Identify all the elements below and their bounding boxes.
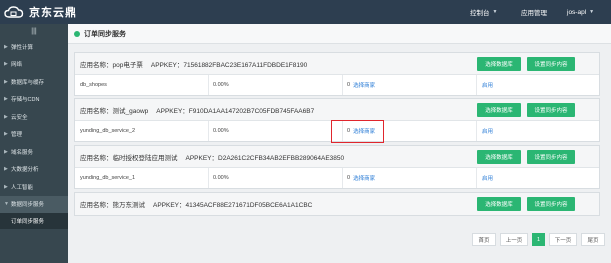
app-key: APPKEY：F910DA1AA147202B7C05FDB745FAA6B7 bbox=[156, 107, 315, 115]
sidebar-item-ai[interactable]: ▶ 人工智能 bbox=[0, 178, 68, 196]
chevron-down-icon: ▼ bbox=[492, 9, 498, 15]
sidebar-item-label: 存储与CDN bbox=[11, 97, 40, 104]
sidebar-toggle[interactable]: ||| bbox=[0, 24, 68, 38]
sidebar-item-label: 大数据分析 bbox=[11, 167, 39, 174]
app-management-label: 应用管理 bbox=[521, 10, 547, 17]
brand-name: 京东云鼎 bbox=[29, 7, 77, 19]
app-card-header: 应用名称：pop电子票 APPKEY：71561882FBAC23E167A11… bbox=[75, 53, 599, 75]
db-name: yunding_db_service_1 bbox=[75, 168, 209, 188]
sidebar: ||| ▶ 弹性计算 ▶ 网络 ▶ 数据库与缓存 ▶ 存储与CDN ▶ 云安全 ▶ 管理 ▶… bbox=[0, 24, 68, 263]
sidebar-item-label: 域名服务 bbox=[11, 149, 34, 156]
enable-link[interactable]: 启用 bbox=[482, 174, 493, 182]
table-row: yunding_db_service_1 0.00% 0 选择商家 启用 bbox=[75, 168, 599, 188]
pagination-last-button[interactable]: 尾页 bbox=[581, 233, 605, 246]
sidebar-item-bigdata[interactable]: ▶ 大数据分析 bbox=[0, 161, 68, 179]
set-sync-content-button[interactable]: 设置同步内容 bbox=[527, 57, 575, 71]
chevron-down-icon: ▼ bbox=[589, 9, 595, 15]
enable-link[interactable]: 启用 bbox=[482, 127, 493, 135]
select-database-button[interactable]: 选择数据库 bbox=[477, 197, 521, 211]
app-card-header: 应用名称：熊万东测试 APPKEY：41345ACF88E271671DF05B… bbox=[75, 193, 599, 215]
sidebar-item-data-sync[interactable]: ▼ 数据同步服务 bbox=[0, 195, 68, 213]
brand-logo[interactable]: 京东云鼎 bbox=[4, 4, 77, 20]
sidebar-item-security[interactable]: ▶ 云安全 bbox=[0, 108, 68, 126]
shop-count: 0 bbox=[347, 82, 351, 88]
chevron-right-icon: ▶ bbox=[4, 61, 8, 68]
chevron-right-icon: ▶ bbox=[4, 113, 8, 120]
app-name: 应用名称：熊万东测试 bbox=[80, 202, 145, 209]
action-cell: 启用 bbox=[477, 75, 601, 95]
sidebar-item-management[interactable]: ▶ 管理 bbox=[0, 126, 68, 144]
db-name: db_shopes bbox=[75, 75, 209, 95]
sidebar-item-label: 人工智能 bbox=[11, 184, 34, 191]
shop-count-cell: 0 选择商家 bbox=[343, 75, 477, 95]
chevron-right-icon: ▶ bbox=[4, 43, 8, 50]
app-card: 应用名称：熊万东测试 APPKEY：41345ACF88E271671DF05B… bbox=[74, 192, 600, 216]
page-header: 订单同步服务 bbox=[68, 24, 611, 44]
enable-link[interactable]: 启用 bbox=[482, 81, 493, 89]
chevron-right-icon: ▶ bbox=[4, 131, 8, 138]
select-database-button[interactable]: 选择数据库 bbox=[477, 103, 521, 117]
shop-count: 0 bbox=[347, 175, 351, 181]
sidebar-item-compute[interactable]: ▶ 弹性计算 bbox=[0, 38, 68, 56]
select-database-button[interactable]: 选择数据库 bbox=[477, 150, 521, 164]
sidebar-item-label: 订单同步服务 bbox=[11, 219, 45, 225]
set-sync-content-button[interactable]: 设置同步内容 bbox=[527, 103, 575, 117]
console-menu[interactable]: 控制台 ▼ bbox=[470, 0, 497, 24]
sidebar-item-order-sync[interactable]: 订单同步服务 bbox=[0, 213, 68, 229]
menu-icon: ||| bbox=[31, 27, 37, 35]
set-sync-content-button[interactable]: 设置同步内容 bbox=[527, 150, 575, 164]
db-name: yunding_db_service_2 bbox=[75, 121, 209, 141]
app-card: 应用名称：pop电子票 APPKEY：71561882FBAC23E167A11… bbox=[74, 52, 600, 96]
top-navigation-bar: 京东云鼎 控制台 ▼ 应用管理 jos-apl ▼ bbox=[0, 0, 611, 24]
app-name: 应用名称：测试_gaowp bbox=[80, 107, 149, 115]
app-key: APPKEY：41345ACF88E271671DF05BCE6A1A1CBC bbox=[153, 202, 313, 209]
sidebar-item-label: 数据同步服务 bbox=[11, 202, 45, 209]
app-card-header: 应用名称：临时授权登陆应用测试 APPKEY：D2A261C2CFB34AB2E… bbox=[75, 146, 599, 168]
cloud-logo-icon bbox=[4, 6, 24, 18]
sync-percent: 0.00% bbox=[209, 168, 343, 188]
app-card: 应用名称：临时授权登陆应用测试 APPKEY：D2A261C2CFB34AB2E… bbox=[74, 145, 600, 189]
app-card-header: 应用名称：测试_gaowp APPKEY：F910DA1AA147202B7C0… bbox=[75, 99, 599, 121]
sidebar-item-label: 管理 bbox=[11, 132, 23, 139]
chevron-right-icon: ▶ bbox=[4, 183, 8, 190]
sidebar-item-label: 弹性计算 bbox=[11, 44, 34, 51]
pagination-prev-button[interactable]: 上一页 bbox=[500, 233, 528, 246]
sidebar-item-network[interactable]: ▶ 网络 bbox=[0, 56, 68, 74]
set-sync-content-button[interactable]: 设置同步内容 bbox=[527, 197, 575, 211]
sidebar-item-domain[interactable]: ▶ 域名服务 bbox=[0, 143, 68, 161]
sidebar-item-database[interactable]: ▶ 数据库与缓存 bbox=[0, 73, 68, 91]
shop-count-cell: 0 选择商家 bbox=[343, 168, 477, 188]
status-dot-icon bbox=[74, 30, 80, 37]
page-title: 订单同步服务 bbox=[84, 30, 126, 38]
table-row: db_shopes 0.00% 0 选择商家 启用 bbox=[75, 75, 599, 95]
select-shop-link[interactable]: 选择商家 bbox=[353, 81, 375, 89]
username-label: jos-apl bbox=[567, 8, 587, 16]
select-database-button[interactable]: 选择数据库 bbox=[477, 57, 521, 71]
app-key: APPKEY：D2A261C2CFB34AB2EFBB289064AE3850 bbox=[185, 154, 345, 162]
user-menu[interactable]: jos-apl ▼ bbox=[567, 0, 594, 24]
pagination-next-button[interactable]: 下一页 bbox=[549, 233, 577, 246]
pagination-first-button[interactable]: 首页 bbox=[472, 233, 496, 246]
chevron-right-icon: ▶ bbox=[4, 148, 8, 155]
console-label: 控制台 bbox=[470, 10, 490, 17]
pagination-current-page[interactable]: 1 bbox=[532, 233, 545, 246]
sidebar-item-storage[interactable]: ▶ 存储与CDN bbox=[0, 91, 68, 109]
sidebar-item-label: 数据库与缓存 bbox=[11, 79, 45, 86]
app-name: 应用名称：临时授权登陆应用测试 bbox=[80, 154, 178, 162]
sidebar-item-label: 云安全 bbox=[11, 114, 28, 121]
app-key: APPKEY：71561882FBAC23E167A11FDBDE1F8190 bbox=[150, 61, 308, 69]
select-shop-link[interactable]: 选择商家 bbox=[353, 174, 375, 182]
chevron-right-icon: ▶ bbox=[4, 166, 8, 173]
action-cell: 启用 bbox=[477, 121, 601, 141]
chevron-right-icon: ▶ bbox=[4, 96, 8, 103]
highlight-box bbox=[331, 120, 384, 143]
sync-percent: 0.00% bbox=[209, 121, 343, 141]
chevron-right-icon: ▶ bbox=[4, 78, 8, 85]
chevron-down-icon: ▼ bbox=[4, 201, 9, 208]
app-management-menu[interactable]: 应用管理 bbox=[521, 0, 547, 24]
action-cell: 启用 bbox=[477, 168, 601, 188]
sidebar-item-label: 网络 bbox=[11, 62, 23, 69]
sync-percent: 0.00% bbox=[209, 75, 343, 95]
app-name: 应用名称：pop电子票 bbox=[80, 61, 143, 69]
